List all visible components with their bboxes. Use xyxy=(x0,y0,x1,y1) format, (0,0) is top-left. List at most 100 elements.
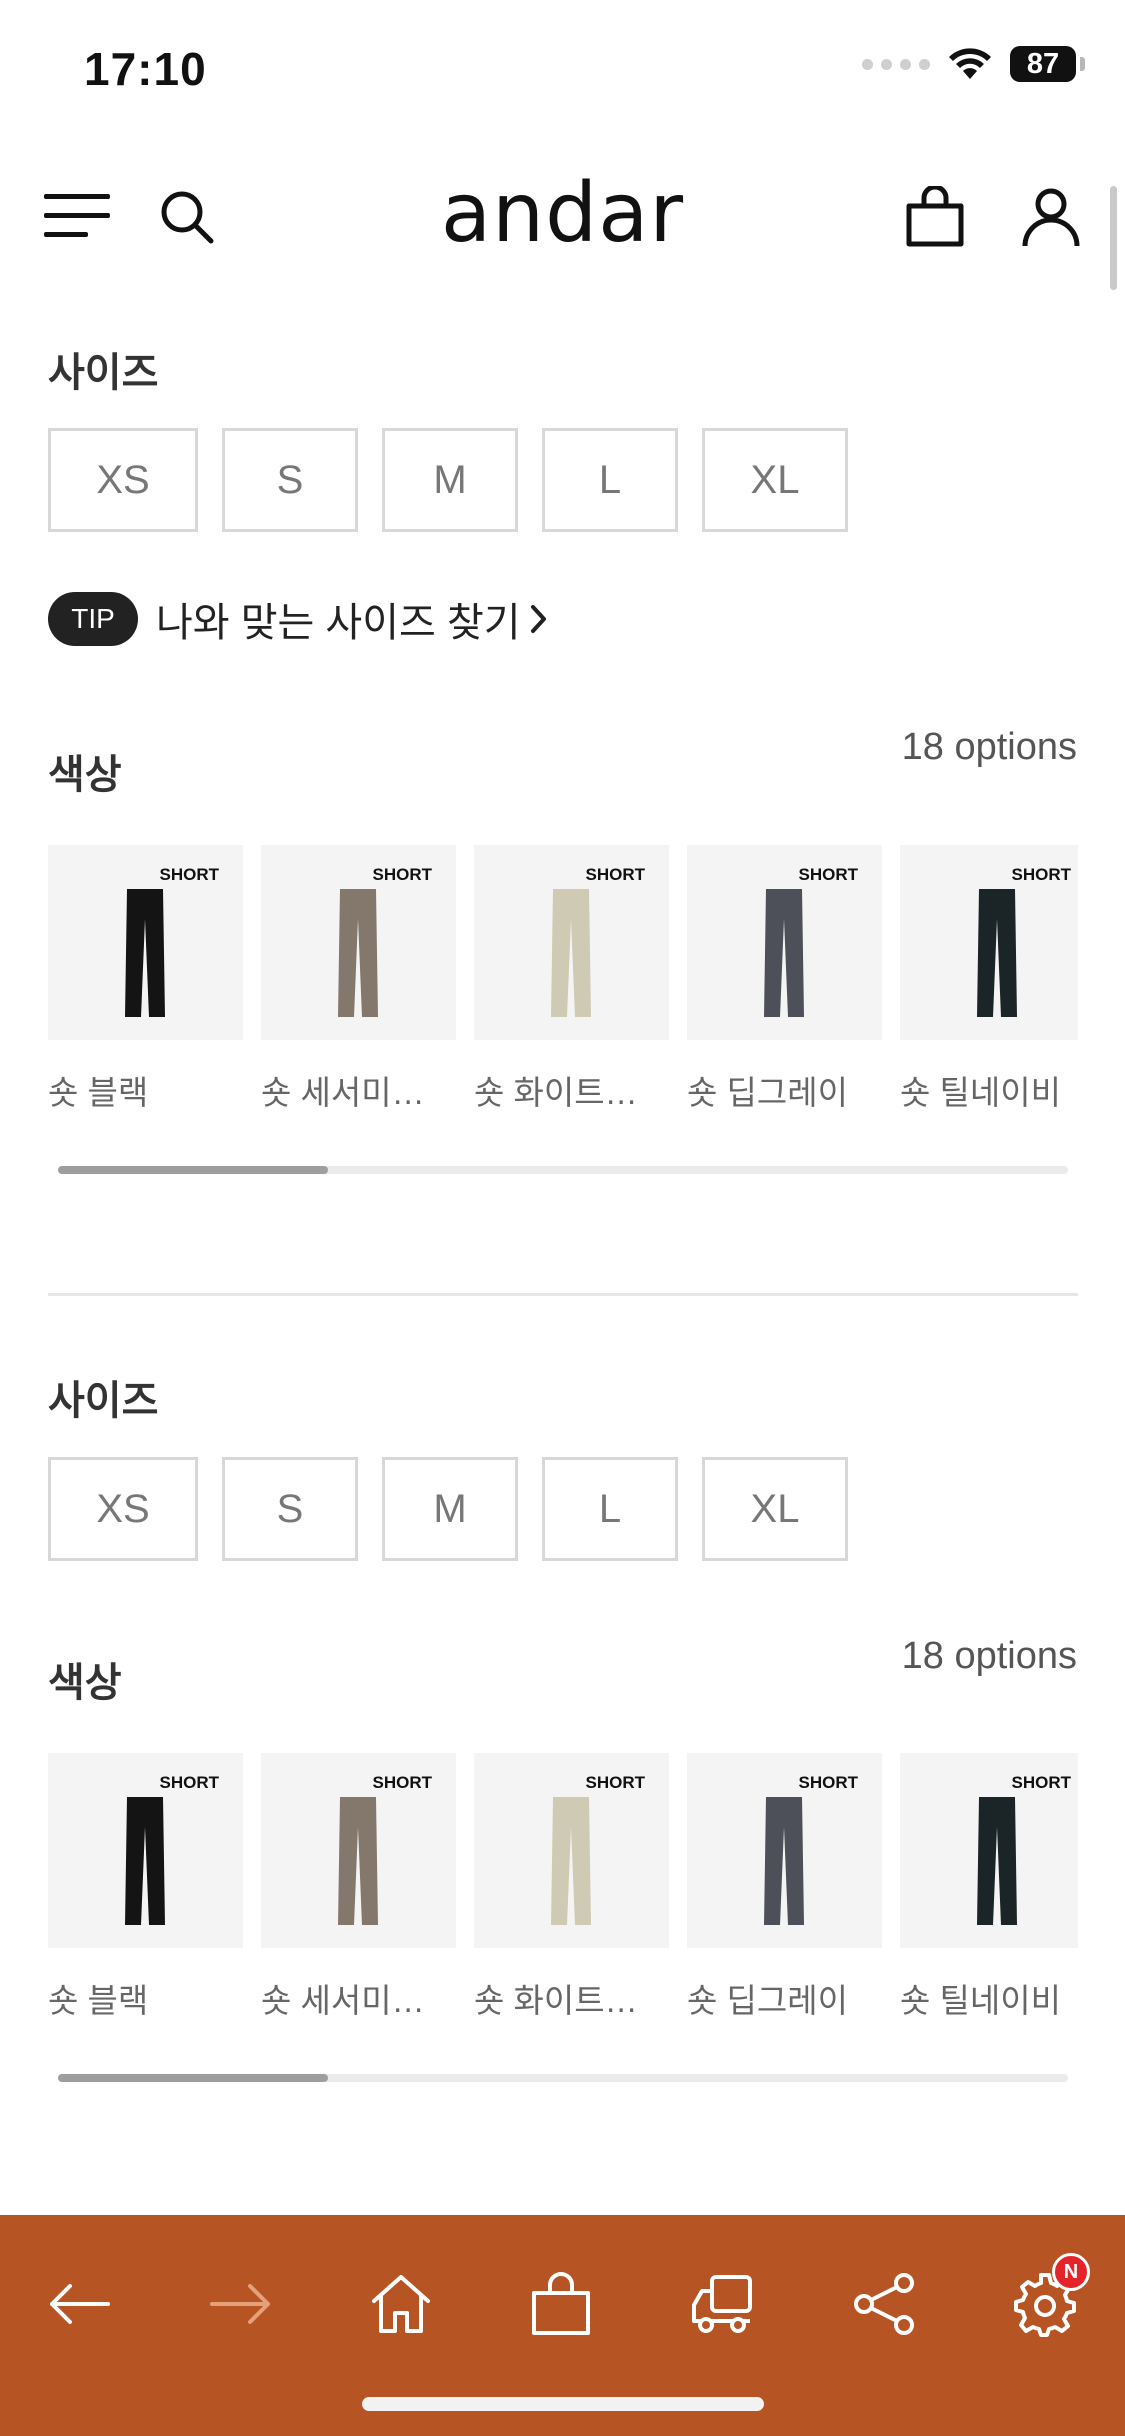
size-option-s[interactable]: S xyxy=(222,1457,358,1561)
swatch-tag: SHORT xyxy=(1011,865,1072,884)
swatch-image: SHORT xyxy=(261,1753,456,1948)
swatch-name: 숏 세서미브… xyxy=(261,1982,441,2019)
size-option-xs[interactable]: XS xyxy=(48,1457,198,1561)
swatch-image: SHORT xyxy=(687,1753,882,1948)
pants-image xyxy=(764,1797,804,1925)
chevron-right-icon xyxy=(530,605,546,633)
color-title: 색상 xyxy=(48,1661,122,1705)
home-indicator[interactable] xyxy=(362,2397,764,2411)
size-option-l[interactable]: L xyxy=(542,428,678,532)
size-finder-link[interactable]: TIP 나와 맞는 사이즈 찾기 xyxy=(48,590,549,648)
color-swatch-list[interactable]: SHORT 숏 블랙 SHORT 숏 세서미브… SHORT 숏 화이트머… S… xyxy=(48,845,1078,1114)
color-swatch[interactable]: SHORT 숏 블랙 xyxy=(48,845,243,1114)
swatch-name: 숏 화이트머… xyxy=(474,1982,654,2019)
swatch-name: 숏 틸네이비 xyxy=(900,1982,1061,2019)
delivery-truck-icon[interactable] xyxy=(690,2271,756,2337)
share-icon[interactable] xyxy=(852,2271,918,2337)
swatch-image: SHORT xyxy=(474,845,669,1040)
size-title: 사이즈 xyxy=(48,351,159,395)
forward-arrow-icon[interactable] xyxy=(208,2271,274,2337)
swatch-name: 숏 세서미브… xyxy=(261,1074,441,1111)
status-indicators: 87 xyxy=(862,46,1085,82)
home-icon[interactable] xyxy=(368,2271,434,2337)
back-arrow-icon[interactable] xyxy=(46,2271,112,2337)
swatch-image: SHORT xyxy=(900,1753,1078,1948)
swatch-tag: SHORT xyxy=(798,1773,859,1792)
size-options: XS S M L XL xyxy=(48,428,848,532)
swatch-tag: SHORT xyxy=(372,865,433,884)
pants-image xyxy=(338,889,378,1017)
pants-image xyxy=(338,1797,378,1925)
pants-image xyxy=(125,889,165,1017)
swatch-name: 숏 딥그레이 xyxy=(687,1074,848,1111)
swatch-tag: SHORT xyxy=(798,865,859,884)
size-option-xs[interactable]: XS xyxy=(48,428,198,532)
color-swatch[interactable]: SHORT 숏 틸네이비 xyxy=(900,845,1078,1114)
options-count: 18 options xyxy=(901,726,1077,768)
swatch-name: 숏 화이트머… xyxy=(474,1074,654,1111)
user-account-icon[interactable] xyxy=(1020,186,1082,248)
section-divider xyxy=(48,1293,1078,1296)
settings-gear-icon[interactable]: N xyxy=(1012,2253,1090,2337)
swatch-name: 숏 블랙 xyxy=(48,1074,149,1111)
pants-image xyxy=(977,889,1017,1017)
color-swatch[interactable]: SHORT 숏 세서미브… xyxy=(261,1753,456,2022)
page-scrollbar[interactable] xyxy=(1110,186,1117,290)
swatch-name: 숏 틸네이비 xyxy=(900,1074,1061,1111)
battery-indicator: 87 xyxy=(1010,46,1076,82)
pants-image xyxy=(977,1797,1017,1925)
swatch-image: SHORT xyxy=(48,845,243,1040)
swatch-tag: SHORT xyxy=(1011,1773,1072,1792)
color-title: 색상 xyxy=(48,753,122,797)
swatch-image: SHORT xyxy=(900,845,1078,1040)
swatch-tag: SHORT xyxy=(585,865,646,884)
color-swatch[interactable]: SHORT 숏 딥그레이 xyxy=(687,1753,882,2022)
battery-tip xyxy=(1080,57,1085,71)
swatch-name: 숏 블랙 xyxy=(48,1982,149,2019)
swatch-scrollbar[interactable] xyxy=(58,1166,1068,1174)
color-swatch[interactable]: SHORT 숏 화이트머… xyxy=(474,845,669,1114)
notification-badge: N xyxy=(1052,2253,1090,2291)
pants-image xyxy=(125,1797,165,1925)
color-swatch[interactable]: SHORT 숏 세서미브… xyxy=(261,845,456,1114)
tip-text: 나와 맞는 사이즈 찾기 xyxy=(156,601,521,645)
wifi-icon xyxy=(949,48,991,79)
color-swatch[interactable]: SHORT 숏 딥그레이 xyxy=(687,845,882,1114)
size-option-s[interactable]: S xyxy=(222,428,358,532)
tip-badge: TIP xyxy=(48,592,138,646)
shopping-bag-icon[interactable] xyxy=(528,2271,594,2337)
swatch-image: SHORT xyxy=(48,1753,243,1948)
pants-image xyxy=(551,889,591,1017)
swatch-tag: SHORT xyxy=(159,1773,220,1792)
size-option-m[interactable]: M xyxy=(382,428,518,532)
color-swatch-list[interactable]: SHORT 숏 블랙 SHORT 숏 세서미브… SHORT 숏 화이트머… S… xyxy=(48,1753,1078,2022)
cart-bag-icon[interactable] xyxy=(904,186,966,248)
swatch-image: SHORT xyxy=(261,845,456,1040)
color-swatch[interactable]: SHORT 숏 화이트머… xyxy=(474,1753,669,2022)
swatch-scrollbar-thumb[interactable] xyxy=(58,1166,328,1174)
swatch-scrollbar[interactable] xyxy=(58,2074,1068,2082)
size-option-l[interactable]: L xyxy=(542,1457,678,1561)
status-time: 17:10 xyxy=(84,43,207,95)
site-header: andar xyxy=(0,160,1125,270)
size-title: 사이즈 xyxy=(48,1379,159,1423)
cellular-signal-icon xyxy=(862,58,930,70)
color-swatch[interactable]: SHORT 숏 틸네이비 xyxy=(900,1753,1078,2022)
pants-image xyxy=(764,889,804,1017)
size-option-xl[interactable]: XL xyxy=(702,1457,848,1561)
swatch-tag: SHORT xyxy=(585,1773,646,1792)
swatch-tag: SHORT xyxy=(159,865,220,884)
color-swatch[interactable]: SHORT 숏 블랙 xyxy=(48,1753,243,2022)
swatch-image: SHORT xyxy=(687,845,882,1040)
size-option-m[interactable]: M xyxy=(382,1457,518,1561)
pants-image xyxy=(551,1797,591,1925)
swatch-name: 숏 딥그레이 xyxy=(687,1982,848,2019)
battery-level: 87 xyxy=(1026,47,1060,80)
status-bar: 17:10 87 xyxy=(0,0,1125,140)
size-options: XS S M L XL xyxy=(48,1457,848,1561)
swatch-scrollbar-thumb[interactable] xyxy=(58,2074,328,2082)
options-count: 18 options xyxy=(901,1635,1077,1677)
size-option-xl[interactable]: XL xyxy=(702,428,848,532)
swatch-tag: SHORT xyxy=(372,1773,433,1792)
swatch-image: SHORT xyxy=(474,1753,669,1948)
